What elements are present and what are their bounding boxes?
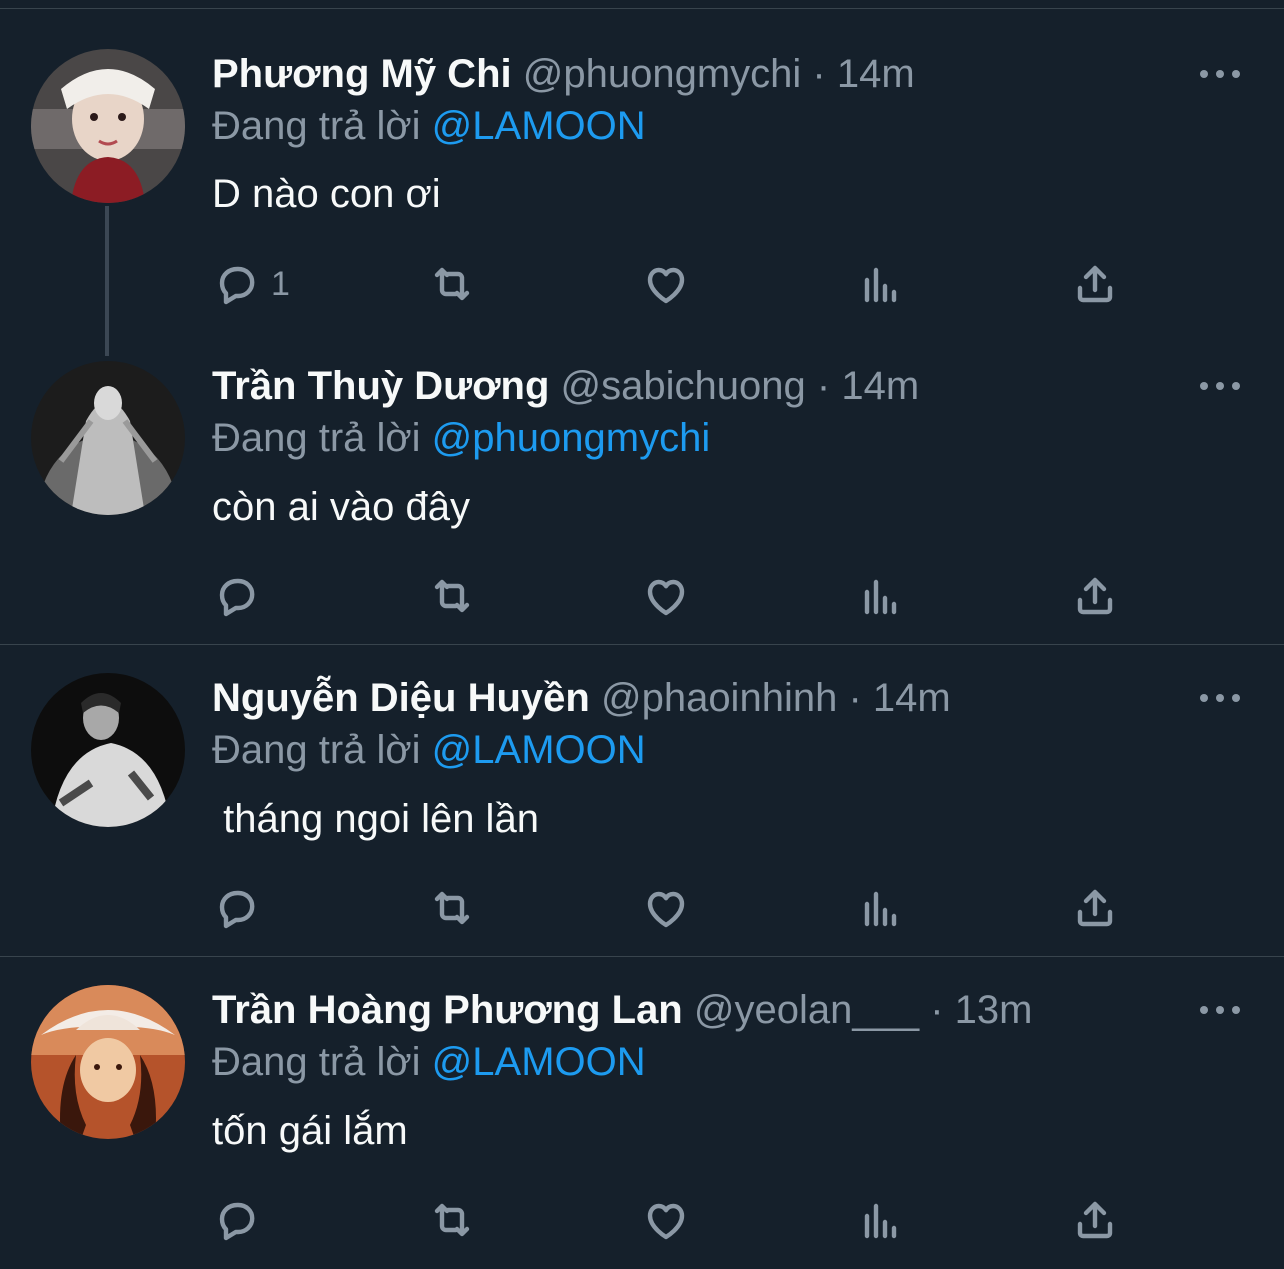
tweet-header: Trần Thuỳ Dương @sabichuong · 14m xyxy=(212,362,919,410)
analytics-icon xyxy=(864,579,897,615)
replying-to-label: Đang trả lời xyxy=(212,416,421,460)
user-handle[interactable]: @sabichuong xyxy=(561,364,806,408)
timestamp[interactable]: 14m xyxy=(841,364,919,408)
tweet-actions: 1 xyxy=(0,258,1284,310)
display-name[interactable]: Nguyễn Diệu Huyền xyxy=(212,676,590,720)
more-options-icon[interactable] xyxy=(1196,59,1244,89)
tweet-actions xyxy=(0,570,1284,622)
retweet-button[interactable] xyxy=(428,570,476,622)
reply-icon xyxy=(219,578,255,617)
replying-to-label: Đang trả lời xyxy=(212,104,421,148)
views-button[interactable] xyxy=(857,258,905,310)
views-button[interactable] xyxy=(857,882,905,934)
more-options-icon[interactable] xyxy=(1196,995,1244,1025)
share-icon xyxy=(1077,1201,1113,1239)
user-handle[interactable]: @phaoinhinh xyxy=(601,676,837,720)
tweet-divider xyxy=(0,956,1284,957)
avatar-sabichuong[interactable] xyxy=(31,361,185,515)
replying-to-mention[interactable]: @LAMOON xyxy=(432,728,646,772)
analytics-icon xyxy=(864,267,897,303)
tweet-header: Trần Hoàng Phương Lan @yeolan___ · 13m xyxy=(212,986,1032,1034)
reply-button[interactable] xyxy=(213,882,271,934)
share-button[interactable] xyxy=(1071,1194,1119,1246)
separator-dot: · xyxy=(816,364,831,408)
user-handle[interactable]: @yeolan___ xyxy=(694,988,919,1032)
heart-icon xyxy=(647,1203,685,1240)
tweet-text: tốn gái lắm xyxy=(212,1109,408,1153)
replying-to: Đang trả lời @LAMOON xyxy=(212,726,646,774)
replying-to: Đang trả lời @LAMOON xyxy=(212,102,646,150)
reply-button[interactable] xyxy=(213,1194,271,1246)
reply-icon xyxy=(219,890,255,929)
share-icon xyxy=(1077,577,1113,615)
timestamp[interactable]: 14m xyxy=(873,676,951,720)
timestamp[interactable]: 13m xyxy=(955,988,1033,1032)
retweet-button[interactable] xyxy=(428,1194,476,1246)
more-options-icon[interactable] xyxy=(1196,371,1244,401)
share-button[interactable] xyxy=(1071,570,1119,622)
views-button[interactable] xyxy=(857,570,905,622)
replying-to-mention[interactable]: @LAMOON xyxy=(432,104,646,148)
like-button[interactable] xyxy=(642,258,690,310)
retweet-icon xyxy=(434,267,470,301)
top-divider xyxy=(0,0,1284,9)
display-name[interactable]: Trần Hoàng Phương Lan xyxy=(212,988,683,1032)
reply-button[interactable]: 1 xyxy=(213,258,290,310)
more-options-icon[interactable] xyxy=(1196,683,1244,713)
reply-button[interactable] xyxy=(213,570,271,622)
reply-icon xyxy=(219,266,255,305)
analytics-icon xyxy=(864,1203,897,1239)
separator-dot: · xyxy=(812,52,826,96)
tweet-text: D nào con ơi xyxy=(212,172,441,216)
tweet-actions xyxy=(0,1194,1284,1246)
tweet-text: tháng ngoi lên lần xyxy=(212,797,539,841)
user-handle[interactable]: @phuongmychi xyxy=(523,52,802,96)
heart-icon xyxy=(647,891,685,928)
heart-icon xyxy=(647,267,685,304)
share-icon xyxy=(1077,265,1113,303)
analytics-icon xyxy=(864,891,897,927)
replying-to-label: Đang trả lời xyxy=(212,1040,421,1084)
retweet-icon xyxy=(434,579,470,613)
share-button[interactable] xyxy=(1071,882,1119,934)
tweet-header: Nguyễn Diệu Huyền @phaoinhinh · 14m xyxy=(212,674,951,722)
avatar-phuongmychi[interactable] xyxy=(31,49,185,203)
avatar-yeolan[interactable] xyxy=(31,985,185,1139)
retweet-button[interactable] xyxy=(428,258,476,310)
display-name[interactable]: Trần Thuỳ Dương xyxy=(212,364,549,408)
retweet-icon xyxy=(434,891,470,925)
separator-dot: · xyxy=(930,988,944,1032)
like-button[interactable] xyxy=(642,570,690,622)
retweet-icon xyxy=(434,1203,470,1237)
share-button[interactable] xyxy=(1071,258,1119,310)
like-button[interactable] xyxy=(642,882,690,934)
tweet-header: Phương Mỹ Chi @phuongmychi · 14m xyxy=(212,50,915,98)
reply-icon xyxy=(219,1202,255,1241)
share-icon xyxy=(1077,889,1113,927)
replying-to: Đang trả lời @phuongmychi xyxy=(212,414,710,462)
replying-to-mention[interactable]: @phuongmychi xyxy=(432,416,711,460)
views-button[interactable] xyxy=(857,1194,905,1246)
replying-to: Đang trả lời @LAMOON xyxy=(212,1038,646,1086)
like-button[interactable] xyxy=(642,1194,690,1246)
avatar-phaoinhinh[interactable] xyxy=(31,673,185,827)
tweet-text: còn ai vào đây xyxy=(212,485,470,529)
reply-count: 1 xyxy=(271,264,290,303)
timestamp[interactable]: 14m xyxy=(837,52,915,96)
heart-icon xyxy=(647,579,685,616)
separator-dot: · xyxy=(848,676,862,720)
retweet-button[interactable] xyxy=(428,882,476,934)
tweet-actions xyxy=(0,882,1284,934)
display-name[interactable]: Phương Mỹ Chi xyxy=(212,52,512,96)
tweet-divider xyxy=(0,644,1284,645)
replying-to-mention[interactable]: @LAMOON xyxy=(432,1040,646,1084)
replying-to-label: Đang trả lời xyxy=(212,728,421,772)
